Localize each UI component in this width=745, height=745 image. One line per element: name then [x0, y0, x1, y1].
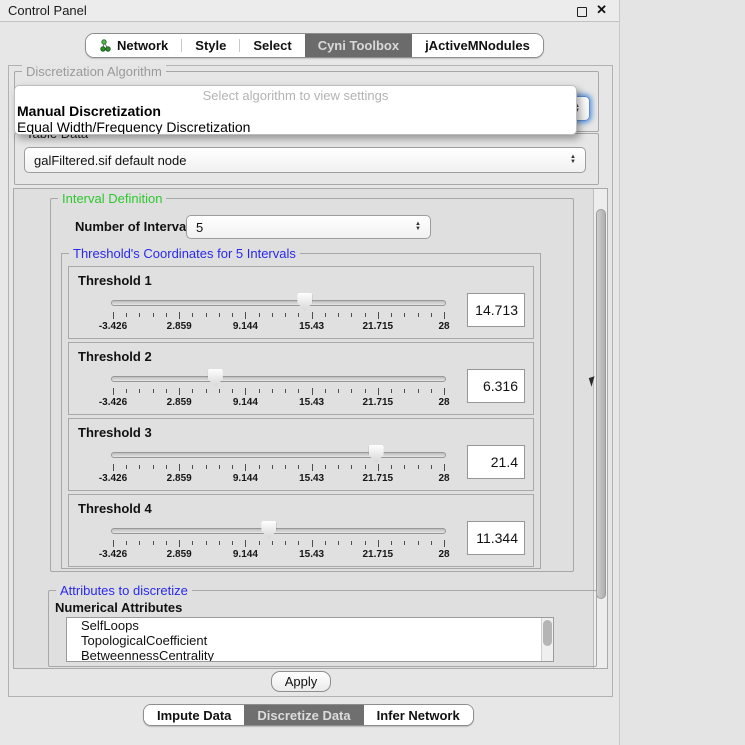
- tab-infer-network[interactable]: Infer Network: [364, 705, 473, 725]
- threshold-value-field[interactable]: 21.4: [467, 445, 525, 479]
- control-panel-titlebar: Control Panel ✕: [0, 0, 619, 22]
- popup-option-equal-width-frequency[interactable]: Equal Width/Frequency Discretization: [17, 119, 250, 135]
- slider-tick-labels: -3.4262.8599.14415.4321.71528: [113, 549, 444, 561]
- attributes-group: Attributes to discretize Numerical Attri…: [48, 590, 597, 667]
- bottom-tabbar: Impute Data Discretize Data Infer Networ…: [143, 704, 474, 726]
- slider-tick-labels: -3.4262.8599.14415.4321.71528: [113, 473, 444, 485]
- threshold-value-field[interactable]: 6.316: [467, 369, 525, 403]
- top-tabbar: Network Style Select Cyni Toolbox jActiv…: [85, 33, 544, 58]
- tab-network[interactable]: Network: [86, 34, 181, 57]
- numerical-attributes-list[interactable]: SelfLoopsTopologicalCoefficientBetweenne…: [66, 617, 554, 662]
- list-vertical-scrollbar[interactable]: [541, 618, 553, 661]
- table-data-selected: galFiltered.sif default node: [34, 153, 186, 168]
- number-of-intervals-label: Number of Intervals: [75, 219, 197, 234]
- threshold-label: Threshold 1: [78, 273, 152, 288]
- number-of-intervals-combobox[interactable]: 5 ▲▼: [186, 215, 431, 239]
- slider-handle[interactable]: [369, 445, 384, 463]
- tab-jactivemnodules[interactable]: jActiveMNodules: [412, 34, 543, 57]
- tab-label: Impute Data: [157, 708, 231, 723]
- group-title: Discretization Algorithm: [22, 64, 166, 79]
- slider-handle[interactable]: [208, 369, 223, 387]
- threshold-slider[interactable]: [111, 367, 446, 387]
- number-of-intervals-value: 5: [196, 220, 203, 235]
- tab-label: Cyni Toolbox: [318, 38, 399, 53]
- group-title: Interval Definition: [58, 191, 166, 206]
- threshold-panel: Threshold 1 -3.4262.8599.14415.4321.7152…: [68, 266, 534, 339]
- close-icon[interactable]: ✕: [596, 2, 607, 18]
- tab-label: Select: [253, 38, 291, 53]
- attribute-item[interactable]: SelfLoops: [67, 618, 553, 633]
- slider-ticks: [113, 388, 444, 396]
- control-panel: Control Panel ✕ Network Style Select Cyn…: [0, 0, 620, 745]
- slider-ticks: [113, 540, 444, 548]
- threshold-label: Threshold 3: [78, 425, 152, 440]
- interval-definition-group: Interval Definition Number of Intervals …: [50, 198, 574, 572]
- tab-cyni-toolbox[interactable]: Cyni Toolbox: [305, 34, 412, 57]
- popup-hint-item: Select algorithm to view settings: [15, 88, 576, 103]
- algorithm-dropdown-popup: Select algorithm to view settings Manual…: [14, 85, 577, 135]
- slider-track[interactable]: [111, 452, 446, 458]
- tab-label: jActiveMNodules: [425, 38, 530, 53]
- right-region: GAL80GCGAL11GAL4GCY1HHAP2 Table Panel ⚙ …: [620, 0, 745, 745]
- combo-spinner-icon: ▲▼: [562, 155, 576, 165]
- slider-track[interactable]: [111, 528, 446, 534]
- table-data-combobox[interactable]: galFiltered.sif default node ▲▼: [24, 147, 586, 173]
- slider-handle[interactable]: [261, 521, 276, 539]
- threshold-slider[interactable]: [111, 519, 446, 539]
- threshold-value-field[interactable]: 14.713: [467, 293, 525, 327]
- scrollbar-thumb[interactable]: [543, 620, 552, 646]
- apply-button[interactable]: Apply: [271, 671, 331, 692]
- slider-track[interactable]: [111, 300, 446, 306]
- tab-style[interactable]: Style: [182, 34, 239, 57]
- threshold-label: Threshold 2: [78, 349, 152, 364]
- combo-spinner-icon: ▲▼: [407, 222, 421, 232]
- threshold-slider[interactable]: [111, 443, 446, 463]
- thresholds-group: Threshold's Coordinates for 5 Intervals …: [61, 253, 541, 569]
- tab-label: Network: [117, 38, 168, 53]
- threshold-panel: Threshold 2 -3.4262.8599.14415.4321.7152…: [68, 342, 534, 415]
- popup-option-manual-discretization[interactable]: Manual Discretization: [17, 103, 161, 119]
- threshold-list: Threshold 1 -3.4262.8599.14415.4321.7152…: [68, 266, 534, 570]
- scrollbar-thumb[interactable]: [596, 209, 606, 599]
- network-icon: [99, 39, 112, 52]
- threshold-panel: Threshold 3 -3.4262.8599.14415.4321.7152…: [68, 418, 534, 491]
- threshold-panel: Threshold 4 -3.4262.8599.14415.4321.7152…: [68, 494, 534, 567]
- slider-track[interactable]: [111, 376, 446, 382]
- slider-tick-labels: -3.4262.8599.14415.4321.71528: [113, 397, 444, 409]
- group-title: Threshold's Coordinates for 5 Intervals: [69, 246, 300, 261]
- attribute-item[interactable]: BetweennessCentrality: [67, 648, 553, 662]
- group-title: Attributes to discretize: [56, 583, 192, 598]
- threshold-slider[interactable]: [111, 291, 446, 311]
- attribute-item[interactable]: TopologicalCoefficient: [67, 633, 553, 648]
- tab-label: Discretize Data: [257, 708, 350, 723]
- tab-discretize-data[interactable]: Discretize Data: [244, 705, 363, 725]
- threshold-value-field[interactable]: 11.344: [467, 521, 525, 555]
- slider-handle[interactable]: [297, 293, 312, 311]
- tab-select[interactable]: Select: [240, 34, 304, 57]
- slider-ticks: [113, 312, 444, 320]
- slider-ticks: [113, 464, 444, 472]
- slider-tick-labels: -3.4262.8599.14415.4321.71528: [113, 321, 444, 333]
- numerical-attributes-label: Numerical Attributes: [55, 600, 182, 615]
- float-panel-icon[interactable]: [577, 7, 587, 17]
- tab-label: Infer Network: [377, 708, 460, 723]
- panel-title: Control Panel: [8, 3, 87, 18]
- threshold-label: Threshold 4: [78, 501, 152, 516]
- tab-impute-data[interactable]: Impute Data: [144, 705, 244, 725]
- tab-label: Style: [195, 38, 226, 53]
